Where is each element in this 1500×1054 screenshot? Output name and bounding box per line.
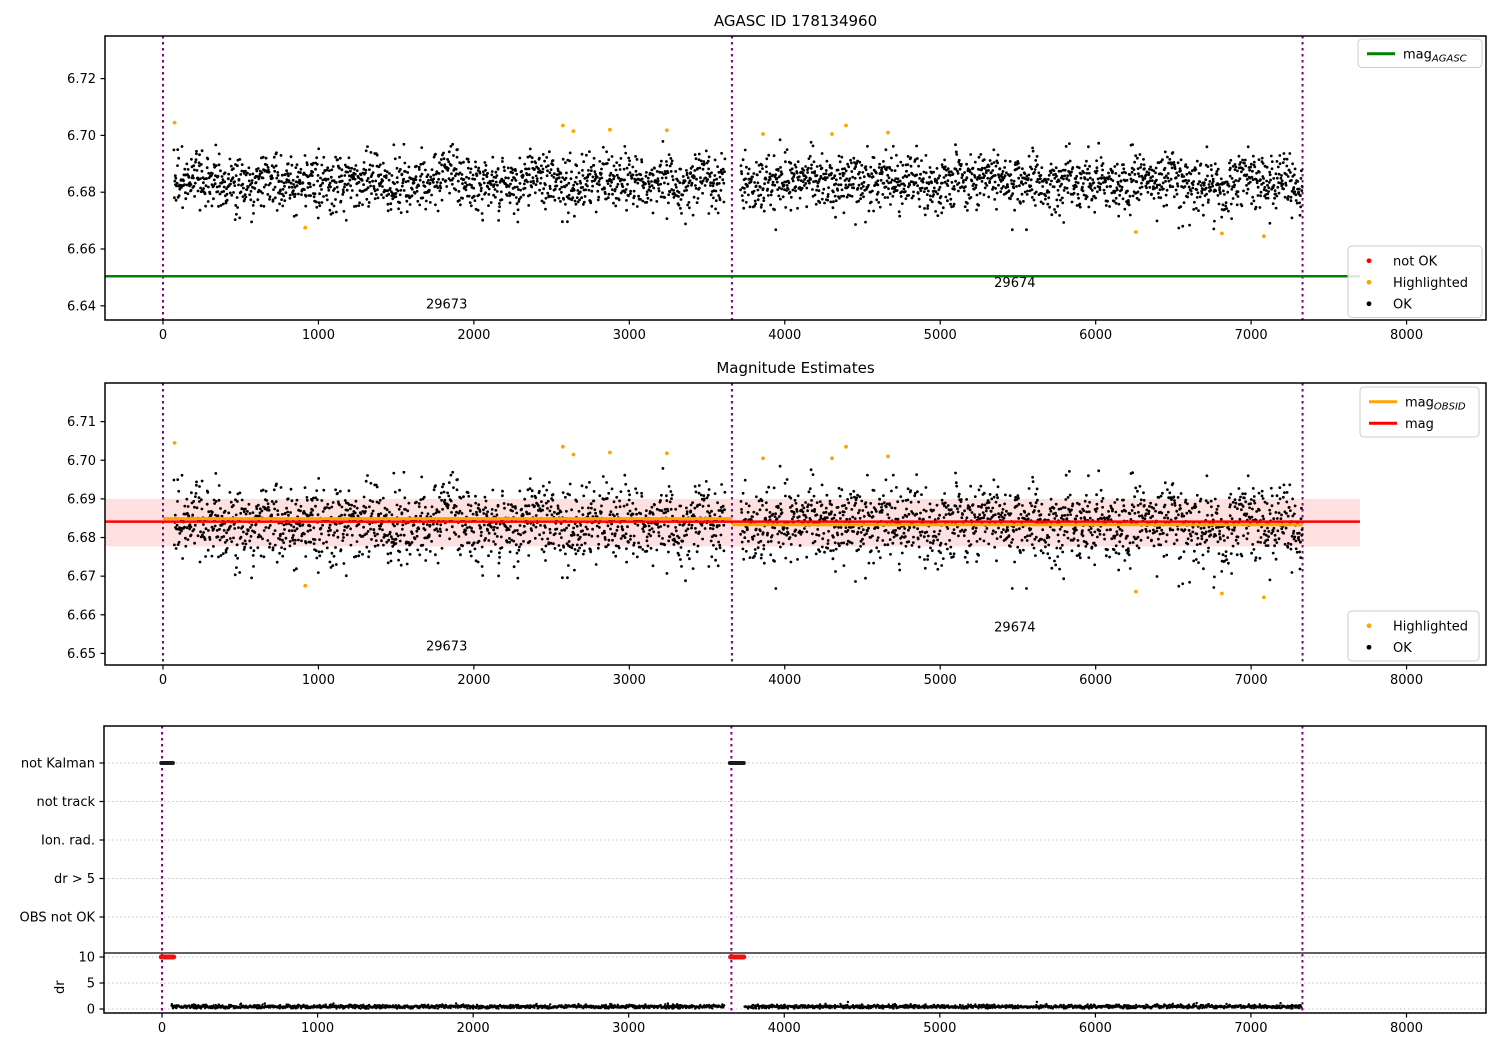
legend-label: OK (1393, 641, 1412, 656)
x-tick-label: 7000 (1234, 1021, 1267, 1036)
x-tick-label: 2000 (457, 673, 490, 688)
legend-point-types-2: Highlighted OK (1348, 611, 1479, 661)
x-tick-label: 6000 (1079, 328, 1112, 343)
flag-row-label: OBS not OK (20, 911, 96, 926)
axes-frame (104, 726, 1486, 1013)
legend-dot-sample (1367, 301, 1372, 306)
x-tick-label: 2000 (457, 328, 490, 343)
x-tick-label: 3000 (613, 673, 646, 688)
x-tick-label: 1000 (302, 673, 335, 688)
x-tick-label: 7000 (1235, 328, 1268, 343)
legend-label: Highlighted (1393, 619, 1468, 634)
x-tick-label: 5000 (924, 328, 957, 343)
x-tick-label: 1000 (301, 1021, 334, 1036)
agasc-plot: 29673 29674 0 1000 2000 3000 4000 5000 6000 7000 8… (67, 12, 1486, 343)
plot-title: Magnitude Estimates (716, 359, 874, 377)
dr-tick-label: 10 (78, 951, 95, 966)
x-tick-label: 4000 (768, 328, 801, 343)
y-tick-label: 6.66 (67, 608, 96, 623)
legend-dot-sample (1367, 280, 1372, 285)
x-tick-label: 6000 (1079, 1021, 1112, 1036)
legend-dot-sample (1367, 645, 1372, 650)
figure: 2967329674010002000300040005000600070008… (0, 0, 1500, 1050)
plot-title: AGASC ID 178134960 (714, 12, 877, 30)
ok-scatter (173, 138, 1304, 231)
legend-label: Highlighted (1393, 276, 1468, 291)
x-tick-label: 2000 (457, 1021, 490, 1036)
magnitude-estimates-plot: 29673 29674 0 1000 2000 3000 4000 5000 6000 7000 8… (67, 359, 1486, 688)
x-tick-label: 8000 (1390, 1021, 1423, 1036)
dr-tick-label: 0 (87, 1003, 95, 1018)
y-tick-label: 6.69 (67, 492, 96, 507)
x-tick-label: 4000 (768, 673, 801, 688)
y-tick-label: 6.70 (67, 454, 96, 469)
y-tick-label: 6.70 (67, 129, 96, 144)
legend-label: not OK (1393, 254, 1438, 269)
legend-dot-sample (1367, 258, 1372, 263)
dr-axis-label: dr (53, 980, 68, 994)
x-tick-label: 7000 (1235, 673, 1268, 688)
y-tick-label: 6.65 (67, 647, 96, 662)
y-tick-label: 6.64 (67, 299, 96, 314)
legend-point-types: not OK Highlighted OK (1348, 246, 1482, 318)
y-tick-label: 6.68 (67, 531, 96, 546)
obsid-label: 29674 (994, 620, 1035, 635)
x-tick-label: 8000 (1390, 328, 1423, 343)
flag-row-label: Ion. rad. (41, 834, 95, 849)
flags-plot: 0 1000 2000 3000 4000 5000 6000 7000 8000 not Kal… (20, 726, 1487, 1036)
x-tick-label: 3000 (613, 328, 646, 343)
flag-row-label: not Kalman (21, 757, 95, 772)
x-tick-label: 1000 (302, 328, 335, 343)
x-tick-label: 6000 (1079, 673, 1112, 688)
legend-label: OK (1393, 297, 1412, 312)
x-tick-label: 0 (159, 328, 167, 343)
x-tick-label: 3000 (612, 1021, 645, 1036)
x-tick-label: 5000 (923, 1021, 956, 1036)
y-tick-label: 6.66 (67, 243, 96, 258)
x-tick-label: 0 (159, 673, 167, 688)
flag-row-label: dr > 5 (54, 872, 95, 887)
dr-tick-label: 5 (87, 977, 95, 992)
chart-figure-svg: 2967329674010002000300040005000600070008… (0, 0, 1500, 1050)
y-tick-label: 6.68 (67, 186, 96, 201)
y-tick-label: 6.71 (67, 415, 96, 430)
obsid-label: 29673 (426, 639, 467, 654)
x-tick-label: 8000 (1390, 673, 1423, 688)
legend-mag-agasc: magAGASC (1358, 39, 1482, 68)
x-tick-label: 5000 (924, 673, 957, 688)
legend-label: mag (1405, 417, 1434, 432)
legend-dot-sample (1367, 623, 1372, 628)
obsid-label: 29674 (994, 276, 1035, 291)
dr-trace (170, 1001, 1302, 1010)
y-tick-label: 6.72 (67, 72, 96, 87)
obsid-label: 29673 (426, 298, 467, 313)
legend-mag-lines: magOBSIDmag (1360, 387, 1479, 437)
flag-row-label: not track (36, 795, 95, 810)
y-tick-label: 6.67 (67, 570, 96, 585)
x-tick-label: 0 (158, 1021, 166, 1036)
x-tick-label: 4000 (768, 1021, 801, 1036)
